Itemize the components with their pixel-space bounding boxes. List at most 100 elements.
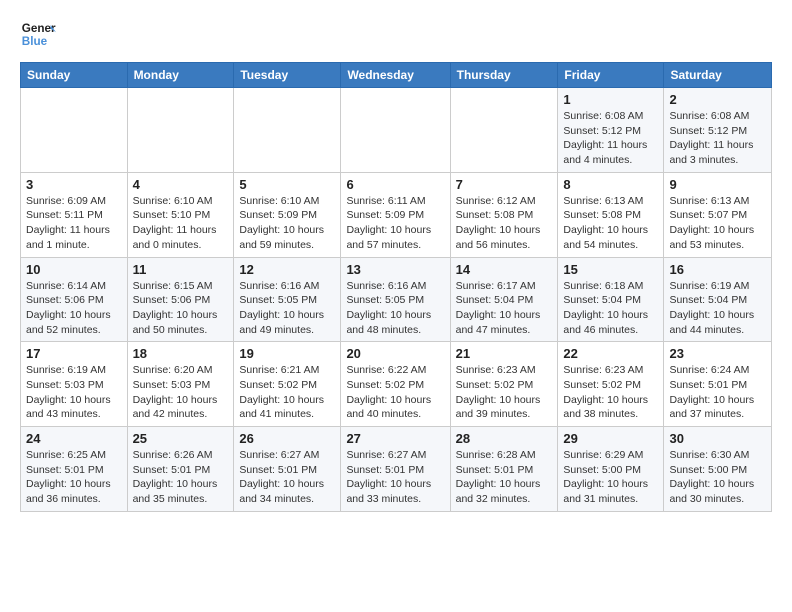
calendar-cell: 19Sunrise: 6:21 AMSunset: 5:02 PMDayligh…	[234, 342, 341, 427]
day-number: 8	[563, 177, 658, 192]
day-info: Sunrise: 6:13 AMSunset: 5:07 PMDaylight:…	[669, 194, 766, 253]
calendar-cell	[450, 88, 558, 173]
calendar-cell: 11 Sunrise: 6:15 AMSunset: 5:06 PMDayligh…	[127, 257, 234, 342]
day-number: 17	[26, 346, 122, 361]
calendar-week-1: 1 Sunrise: 6:08 AMSunset: 5:12 PMDaylight…	[21, 88, 772, 173]
day-info: Sunrise: 6:14 AMSunset: 5:06 PMDaylight:…	[26, 279, 122, 338]
calendar-header: SundayMondayTuesdayWednesdayThursdayFrid…	[21, 63, 772, 88]
calendar-week-3: 10 Sunrise: 6:14 AMSunset: 5:06 PMDayligh…	[21, 257, 772, 342]
calendar-cell: 22 Sunrise: 6:23 AMSunset: 5:02 PMDayligh…	[558, 342, 664, 427]
calendar-cell	[341, 88, 450, 173]
day-number: 24	[26, 431, 122, 446]
day-info: Sunrise: 6:16 AMSunset: 5:05 PMDaylight:…	[346, 279, 444, 338]
header: General Blue	[20, 16, 772, 52]
calendar-cell: 23 Sunrise: 6:24 AMSunset: 5:01 PMDayligh…	[664, 342, 772, 427]
day-info: Sunrise: 6:10 AMSunset: 5:09 PMDaylight:…	[239, 194, 335, 253]
page: General Blue SundayMondayTuesdayWednesda…	[0, 0, 792, 528]
day-number: 12	[239, 262, 335, 277]
day-info: Sunrise: 6:27 AMSunset: 5:01 PMDaylight:…	[346, 448, 444, 507]
day-info: Sunrise: 6:09 AMSunset: 5:11 PMDaylight:…	[26, 194, 122, 253]
weekday-header-tuesday: Tuesday	[234, 63, 341, 88]
day-info: Sunrise: 6:16 AMSunset: 5:05 PMDaylight:…	[239, 279, 335, 338]
day-info: Sunrise: 6:17 AMSunset: 5:04 PMDaylight:…	[456, 279, 553, 338]
day-number: 22	[563, 346, 658, 361]
calendar-cell: 26 Sunrise: 6:27 AMSunset: 5:01 PMDayligh…	[234, 427, 341, 512]
calendar-cell: 21Sunrise: 6:23 AMSunset: 5:02 PMDayligh…	[450, 342, 558, 427]
calendar-week-2: 3 Sunrise: 6:09 AMSunset: 5:11 PMDaylight…	[21, 172, 772, 257]
day-number: 30	[669, 431, 766, 446]
calendar-body: 1 Sunrise: 6:08 AMSunset: 5:12 PMDaylight…	[21, 88, 772, 512]
day-info: Sunrise: 6:30 AMSunset: 5:00 PMDaylight:…	[669, 448, 766, 507]
day-number: 10	[26, 262, 122, 277]
calendar: SundayMondayTuesdayWednesdayThursdayFrid…	[20, 62, 772, 512]
day-info: Sunrise: 6:20 AMSunset: 5:03 PMDaylight:…	[133, 363, 229, 422]
day-number: 16	[669, 262, 766, 277]
calendar-cell: 1 Sunrise: 6:08 AMSunset: 5:12 PMDaylight…	[558, 88, 664, 173]
day-info: Sunrise: 6:19 AMSunset: 5:03 PMDaylight:…	[26, 363, 122, 422]
calendar-cell	[127, 88, 234, 173]
weekday-header-monday: Monday	[127, 63, 234, 88]
day-number: 4	[133, 177, 229, 192]
svg-text:Blue: Blue	[22, 35, 48, 48]
day-number: 1	[563, 92, 658, 107]
calendar-cell: 24 Sunrise: 6:25 AMSunset: 5:01 PMDayligh…	[21, 427, 128, 512]
day-info: Sunrise: 6:29 AMSunset: 5:00 PMDaylight:…	[563, 448, 658, 507]
calendar-cell	[234, 88, 341, 173]
calendar-cell: 15 Sunrise: 6:18 AMSunset: 5:04 PMDayligh…	[558, 257, 664, 342]
calendar-cell: 7 Sunrise: 6:12 AMSunset: 5:08 PMDaylight…	[450, 172, 558, 257]
day-info: Sunrise: 6:08 AMSunset: 5:12 PMDaylight:…	[563, 109, 658, 168]
calendar-cell: 4 Sunrise: 6:10 AMSunset: 5:10 PMDaylight…	[127, 172, 234, 257]
calendar-cell: 25 Sunrise: 6:26 AMSunset: 5:01 PMDayligh…	[127, 427, 234, 512]
calendar-cell: 10 Sunrise: 6:14 AMSunset: 5:06 PMDayligh…	[21, 257, 128, 342]
calendar-cell: 13Sunrise: 6:16 AMSunset: 5:05 PMDayligh…	[341, 257, 450, 342]
calendar-cell: 14Sunrise: 6:17 AMSunset: 5:04 PMDayligh…	[450, 257, 558, 342]
calendar-cell: 18Sunrise: 6:20 AMSunset: 5:03 PMDayligh…	[127, 342, 234, 427]
weekday-header-sunday: Sunday	[21, 63, 128, 88]
day-number: 5	[239, 177, 335, 192]
day-number: 7	[456, 177, 553, 192]
day-number: 3	[26, 177, 122, 192]
day-number: 11	[133, 262, 229, 277]
calendar-cell: 8 Sunrise: 6:13 AMSunset: 5:08 PMDaylight…	[558, 172, 664, 257]
calendar-cell	[21, 88, 128, 173]
day-number: 29	[563, 431, 658, 446]
calendar-week-4: 17 Sunrise: 6:19 AMSunset: 5:03 PMDayligh…	[21, 342, 772, 427]
day-number: 6	[346, 177, 444, 192]
day-number: 21	[456, 346, 553, 361]
day-number: 26	[239, 431, 335, 446]
calendar-cell: 16 Sunrise: 6:19 AMSunset: 5:04 PMDayligh…	[664, 257, 772, 342]
calendar-cell: 29 Sunrise: 6:29 AMSunset: 5:00 PMDayligh…	[558, 427, 664, 512]
day-info: Sunrise: 6:24 AMSunset: 5:01 PMDaylight:…	[669, 363, 766, 422]
calendar-week-5: 24 Sunrise: 6:25 AMSunset: 5:01 PMDayligh…	[21, 427, 772, 512]
day-info: Sunrise: 6:13 AMSunset: 5:08 PMDaylight:…	[563, 194, 658, 253]
day-info: Sunrise: 6:11 AMSunset: 5:09 PMDaylight:…	[346, 194, 444, 253]
day-info: Sunrise: 6:10 AMSunset: 5:10 PMDaylight:…	[133, 194, 229, 253]
calendar-cell: 27Sunrise: 6:27 AMSunset: 5:01 PMDayligh…	[341, 427, 450, 512]
day-number: 20	[346, 346, 444, 361]
day-info: Sunrise: 6:28 AMSunset: 5:01 PMDaylight:…	[456, 448, 553, 507]
weekday-header-thursday: Thursday	[450, 63, 558, 88]
calendar-cell: 5 Sunrise: 6:10 AMSunset: 5:09 PMDaylight…	[234, 172, 341, 257]
calendar-cell: 6 Sunrise: 6:11 AMSunset: 5:09 PMDaylight…	[341, 172, 450, 257]
calendar-cell: 12 Sunrise: 6:16 AMSunset: 5:05 PMDayligh…	[234, 257, 341, 342]
day-info: Sunrise: 6:27 AMSunset: 5:01 PMDaylight:…	[239, 448, 335, 507]
day-info: Sunrise: 6:18 AMSunset: 5:04 PMDaylight:…	[563, 279, 658, 338]
weekday-header-friday: Friday	[558, 63, 664, 88]
logo-icon: General Blue	[20, 16, 56, 52]
calendar-cell: 9Sunrise: 6:13 AMSunset: 5:07 PMDaylight…	[664, 172, 772, 257]
day-number: 28	[456, 431, 553, 446]
day-number: 23	[669, 346, 766, 361]
day-info: Sunrise: 6:22 AMSunset: 5:02 PMDaylight:…	[346, 363, 444, 422]
day-info: Sunrise: 6:15 AMSunset: 5:06 PMDaylight:…	[133, 279, 229, 338]
weekday-row: SundayMondayTuesdayWednesdayThursdayFrid…	[21, 63, 772, 88]
day-number: 25	[133, 431, 229, 446]
day-number: 15	[563, 262, 658, 277]
day-info: Sunrise: 6:25 AMSunset: 5:01 PMDaylight:…	[26, 448, 122, 507]
day-info: Sunrise: 6:12 AMSunset: 5:08 PMDaylight:…	[456, 194, 553, 253]
logo: General Blue	[20, 16, 60, 52]
calendar-cell: 2Sunrise: 6:08 AMSunset: 5:12 PMDaylight…	[664, 88, 772, 173]
day-info: Sunrise: 6:23 AMSunset: 5:02 PMDaylight:…	[563, 363, 658, 422]
calendar-cell: 20 Sunrise: 6:22 AMSunset: 5:02 PMDayligh…	[341, 342, 450, 427]
day-info: Sunrise: 6:26 AMSunset: 5:01 PMDaylight:…	[133, 448, 229, 507]
day-info: Sunrise: 6:19 AMSunset: 5:04 PMDaylight:…	[669, 279, 766, 338]
